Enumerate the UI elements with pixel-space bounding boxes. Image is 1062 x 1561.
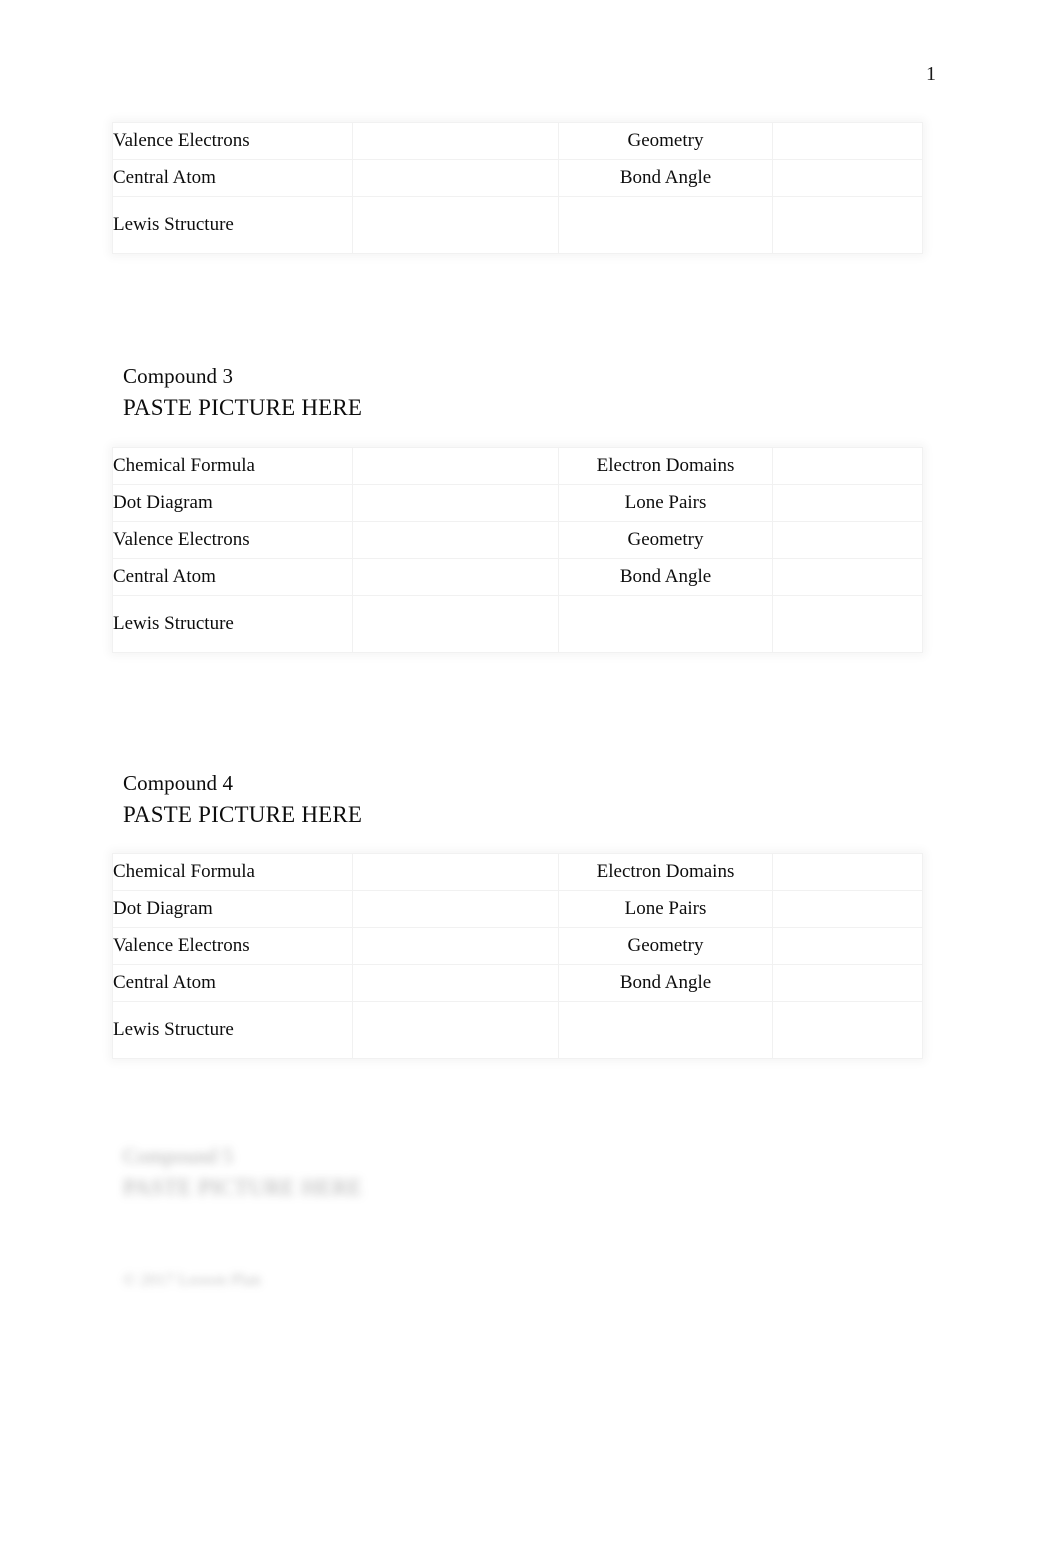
row-value-dot-diagram[interactable] bbox=[352, 484, 559, 522]
table-row: Central Atom Bond Angle bbox=[112, 159, 923, 197]
row-value-lone-pairs[interactable] bbox=[772, 890, 923, 928]
row-label-bond-angle: Bond Angle bbox=[558, 159, 773, 197]
row-label-bond-angle: Bond Angle bbox=[558, 964, 773, 1002]
compound-3-heading-block: Compound 3 PASTE PICTURE HERE bbox=[123, 360, 362, 424]
compound-3-title: Compound 3 bbox=[123, 364, 234, 388]
row-label-chemical-formula: Chemical Formula bbox=[112, 853, 353, 891]
table-row: Valence Electrons Geometry bbox=[112, 122, 923, 160]
row-extra-cell-4[interactable] bbox=[772, 196, 923, 254]
row-value-dot-diagram[interactable] bbox=[352, 890, 559, 928]
table-row: Dot Diagram Lone Pairs bbox=[112, 890, 923, 928]
row-value-geometry[interactable] bbox=[772, 927, 923, 965]
row-extra-cell-4[interactable] bbox=[772, 1001, 923, 1059]
row-label-electron-domains: Electron Domains bbox=[558, 853, 773, 891]
compound-4-heading-block: Compound 4 PASTE PICTURE HERE bbox=[123, 767, 362, 831]
row-label-central-atom: Central Atom bbox=[112, 558, 353, 596]
row-label-electron-domains: Electron Domains bbox=[558, 447, 773, 485]
row-label-lewis-structure: Lewis Structure bbox=[112, 196, 353, 254]
row-label-chemical-formula: Chemical Formula bbox=[112, 447, 353, 485]
row-label-lone-pairs: Lone Pairs bbox=[558, 890, 773, 928]
row-value-lewis-structure[interactable] bbox=[352, 196, 559, 254]
compound-3-paste-picture: PASTE PICTURE HERE bbox=[123, 395, 363, 420]
table-row: Chemical Formula Electron Domains bbox=[112, 853, 923, 891]
row-value-bond-angle[interactable] bbox=[772, 558, 923, 596]
document-page: 1 Valence Electrons Geometry Central Ato… bbox=[0, 0, 1062, 1561]
row-value-electron-domains[interactable] bbox=[772, 853, 923, 891]
table-row: Central Atom Bond Angle bbox=[112, 558, 923, 596]
row-label-central-atom: Central Atom bbox=[112, 159, 353, 197]
row-label-valence-electrons: Valence Electrons bbox=[112, 521, 353, 559]
row-value-lewis-structure[interactable] bbox=[352, 1001, 559, 1059]
row-label-central-atom: Central Atom bbox=[112, 964, 353, 1002]
row-value-chemical-formula[interactable] bbox=[352, 447, 559, 485]
row-label-bond-angle: Bond Angle bbox=[558, 558, 773, 596]
row-extra-cell-3[interactable] bbox=[558, 595, 773, 653]
compound-4-paste-picture: PASTE PICTURE HERE bbox=[123, 802, 363, 827]
row-label-lone-pairs: Lone Pairs bbox=[558, 484, 773, 522]
row-label-geometry: Geometry bbox=[558, 927, 773, 965]
table-row: Central Atom Bond Angle bbox=[112, 964, 923, 1002]
footer-text-obscured: © 2017 Lesson Plan bbox=[123, 1270, 262, 1289]
row-value-bond-angle[interactable] bbox=[772, 964, 923, 1002]
row-label-lewis-structure: Lewis Structure bbox=[112, 595, 353, 653]
row-label-geometry: Geometry bbox=[558, 122, 773, 160]
table-row: Lewis Structure bbox=[112, 595, 923, 653]
row-value-bond-angle[interactable] bbox=[772, 159, 923, 197]
row-value-valence-electrons[interactable] bbox=[352, 927, 559, 965]
compound-5-title-obscured: Compound 5 bbox=[123, 1144, 234, 1168]
row-value-central-atom[interactable] bbox=[352, 964, 559, 1002]
compound-5-heading-block-obscured: Compound 5 PASTE PICTURE HERE bbox=[123, 1140, 362, 1204]
row-value-electron-domains[interactable] bbox=[772, 447, 923, 485]
row-value-central-atom[interactable] bbox=[352, 159, 559, 197]
table-row: Lewis Structure bbox=[112, 1001, 923, 1059]
row-value-geometry[interactable] bbox=[772, 122, 923, 160]
row-label-valence-electrons: Valence Electrons bbox=[112, 122, 353, 160]
table-row: Lewis Structure bbox=[112, 196, 923, 254]
row-label-dot-diagram: Dot Diagram bbox=[112, 484, 353, 522]
row-value-central-atom[interactable] bbox=[352, 558, 559, 596]
row-label-geometry: Geometry bbox=[558, 521, 773, 559]
compound-2-continued-table: Valence Electrons Geometry Central Atom … bbox=[112, 122, 923, 254]
row-value-geometry[interactable] bbox=[772, 521, 923, 559]
row-value-lewis-structure[interactable] bbox=[352, 595, 559, 653]
table-row: Valence Electrons Geometry bbox=[112, 521, 923, 559]
compound-5-paste-picture-obscured: PASTE PICTURE HERE bbox=[123, 1175, 363, 1200]
row-label-lewis-structure: Lewis Structure bbox=[112, 1001, 353, 1059]
compound-3-table: Chemical Formula Electron Domains Dot Di… bbox=[112, 447, 923, 653]
row-value-valence-electrons[interactable] bbox=[352, 122, 559, 160]
table-row: Valence Electrons Geometry bbox=[112, 927, 923, 965]
table-row: Chemical Formula Electron Domains bbox=[112, 447, 923, 485]
table-row: Dot Diagram Lone Pairs bbox=[112, 484, 923, 522]
row-extra-cell-4[interactable] bbox=[772, 595, 923, 653]
row-value-lone-pairs[interactable] bbox=[772, 484, 923, 522]
page-number: 1 bbox=[926, 63, 936, 85]
row-label-valence-electrons: Valence Electrons bbox=[112, 927, 353, 965]
row-extra-cell-3[interactable] bbox=[558, 196, 773, 254]
row-label-dot-diagram: Dot Diagram bbox=[112, 890, 353, 928]
compound-4-table: Chemical Formula Electron Domains Dot Di… bbox=[112, 853, 923, 1059]
row-value-chemical-formula[interactable] bbox=[352, 853, 559, 891]
row-extra-cell-3[interactable] bbox=[558, 1001, 773, 1059]
compound-4-title: Compound 4 bbox=[123, 771, 234, 795]
row-value-valence-electrons[interactable] bbox=[352, 521, 559, 559]
